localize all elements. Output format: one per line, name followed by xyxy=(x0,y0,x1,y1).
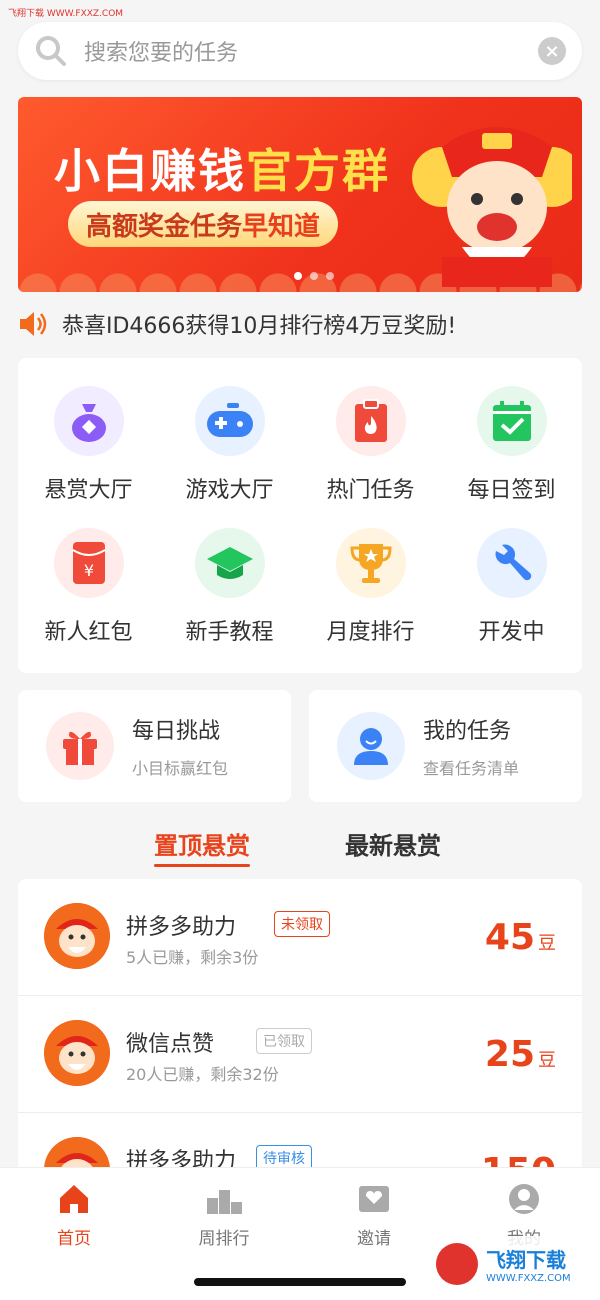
profile-icon xyxy=(509,1184,539,1214)
tab-label: 邀请 xyxy=(357,1229,391,1249)
grid-item-newbie-redpacket[interactable]: ¥ 新人红包 xyxy=(18,528,159,670)
tab-latest-rewards[interactable]: 最新悬赏 xyxy=(345,826,441,861)
watermark-logo: 飞翔下载 WWW.FXXZ.COM xyxy=(428,1236,588,1292)
grid-item-label: 每日签到 xyxy=(467,478,556,503)
user-icon xyxy=(337,712,405,780)
home-indicator xyxy=(194,1278,406,1286)
task-row[interactable]: 微信点赞 已领取 20人已赚，剩余32份 25 豆 xyxy=(18,996,582,1113)
wrench-icon xyxy=(476,528,547,598)
tab-label: 首页 xyxy=(57,1229,91,1249)
fire-clipboard-icon xyxy=(335,386,406,456)
graduation-cap-icon xyxy=(194,528,265,598)
gift-icon xyxy=(46,712,114,780)
banner-subtitle-plain: 高额奖金任务 xyxy=(86,211,243,242)
home-icon xyxy=(60,1185,88,1213)
reward-amount: 45 xyxy=(484,917,535,958)
reward-unit: 豆 xyxy=(538,1050,556,1071)
daily-challenge-card[interactable]: 每日挑战 小目标赢红包 xyxy=(18,690,291,802)
watermark-line2: WWW.FXXZ.COM xyxy=(486,1273,571,1284)
invite-icon xyxy=(359,1186,389,1212)
banner-dot[interactable] xyxy=(326,272,334,280)
status-badge: 未领取 xyxy=(274,911,330,937)
banner-subtitle-highlight: 早知道 xyxy=(242,211,321,242)
banner-subtitle: 高额奖金任务 早知道 xyxy=(68,201,339,247)
grid-item-label: 新手教程 xyxy=(185,620,274,645)
tab-underline xyxy=(154,864,250,867)
banner-title-highlight: 官方群 xyxy=(246,144,390,198)
tab-label: 置顶悬赏 xyxy=(154,832,250,860)
search-icon xyxy=(36,36,66,66)
grid-item-daily-checkin[interactable]: 每日签到 xyxy=(441,386,582,528)
grid-item-reward-hall[interactable]: 悬赏大厅 xyxy=(18,386,159,528)
tab-weekly-rank[interactable]: 周排行 xyxy=(164,1182,284,1249)
podium-icon xyxy=(207,1190,242,1214)
task-reward: 25 豆 xyxy=(485,1034,556,1075)
task-progress: 5人已赚，剩余3份 xyxy=(126,948,259,967)
reward-unit: 豆 xyxy=(538,933,556,954)
announcement-text: 恭喜ID4666获得10月排行榜4万豆奖励! xyxy=(62,314,457,339)
gamepad-icon xyxy=(194,386,265,456)
search-bar[interactable]: 搜索您要的任务 × xyxy=(18,22,582,80)
speaker-icon xyxy=(20,312,47,336)
close-icon[interactable]: × xyxy=(538,37,566,65)
calendar-check-icon xyxy=(476,386,547,456)
reward-amount: 25 xyxy=(484,1034,535,1075)
banner-dot[interactable] xyxy=(310,272,318,280)
grid-item-label: 热门任务 xyxy=(326,478,415,503)
grid-item-label: 悬赏大厅 xyxy=(44,478,133,503)
banner-title-plain: 小白赚钱 xyxy=(54,144,246,198)
watermark-line1: 飞翔下载 xyxy=(486,1248,566,1272)
grid-item-tutorial[interactable]: 新手教程 xyxy=(159,528,300,670)
task-row[interactable]: 拼多多助力 未领取 5人已赚，剩余3份 45 豆 xyxy=(18,879,582,996)
grid-item-in-development[interactable]: 开发中 xyxy=(441,528,582,670)
grid-item-label: 游戏大厅 xyxy=(185,478,274,503)
tab-invite[interactable]: 邀请 xyxy=(314,1182,434,1249)
grid-item-label: 开发中 xyxy=(478,620,545,645)
grid-item-hot-tasks[interactable]: 热门任务 xyxy=(300,386,441,528)
red-envelope-icon: ¥ xyxy=(53,528,124,598)
grid-item-game-hall[interactable]: 游戏大厅 xyxy=(159,386,300,528)
promo-banner[interactable]: 小白赚钱官方群 高额奖金任务 早知道 xyxy=(18,97,582,292)
tab-label: 最新悬赏 xyxy=(345,832,441,860)
watermark-logo-icon xyxy=(436,1243,478,1285)
card-subtitle: 小目标赢红包 xyxy=(132,759,229,778)
task-name: 拼多多助力 xyxy=(126,915,237,940)
mascot-icon xyxy=(412,127,572,287)
task-name: 微信点赞 xyxy=(126,1032,215,1057)
banner-title: 小白赚钱官方群 xyxy=(54,135,390,201)
tab-pinned-rewards[interactable]: 置顶悬赏 xyxy=(154,826,250,867)
grid-item-label: 月度排行 xyxy=(326,620,415,645)
avatar xyxy=(44,903,110,969)
card-title: 每日挑战 xyxy=(132,719,221,744)
trophy-icon xyxy=(335,528,406,598)
feature-grid: 悬赏大厅 游戏大厅 热门任务 每日签到 ¥ 新人红包 新手教程 月度排行 开发中 xyxy=(18,358,582,673)
announcement: 恭喜ID4666获得10月排行榜4万豆奖励! xyxy=(18,308,456,340)
grid-item-monthly-rank[interactable]: 月度排行 xyxy=(300,528,441,670)
search-input[interactable]: 搜索您要的任务 xyxy=(84,35,538,67)
money-bag-icon xyxy=(53,386,124,456)
task-reward: 45 豆 xyxy=(485,917,556,958)
watermark-top: 飞翔下载 WWW.FXXZ.COM xyxy=(8,9,124,19)
task-list: 拼多多助力 未领取 5人已赚，剩余3份 45 豆 微信点赞 已领取 20人已赚，… xyxy=(18,879,582,1179)
status-badge: 已领取 xyxy=(256,1028,312,1054)
svg-text:¥: ¥ xyxy=(83,561,93,580)
my-tasks-card[interactable]: 我的任务 查看任务清单 xyxy=(309,690,582,802)
banner-dot[interactable] xyxy=(294,272,302,280)
card-title: 我的任务 xyxy=(423,719,512,744)
grid-item-label: 新人红包 xyxy=(44,620,133,645)
banner-pagination xyxy=(294,272,334,280)
task-progress: 20人已赚，剩余32份 xyxy=(126,1065,279,1084)
tab-label: 周排行 xyxy=(198,1229,250,1249)
reward-tabs: 置顶悬赏 最新悬赏 xyxy=(0,826,600,870)
avatar xyxy=(44,1020,110,1086)
card-subtitle: 查看任务清单 xyxy=(423,759,520,778)
tab-home[interactable]: 首页 xyxy=(14,1182,134,1249)
